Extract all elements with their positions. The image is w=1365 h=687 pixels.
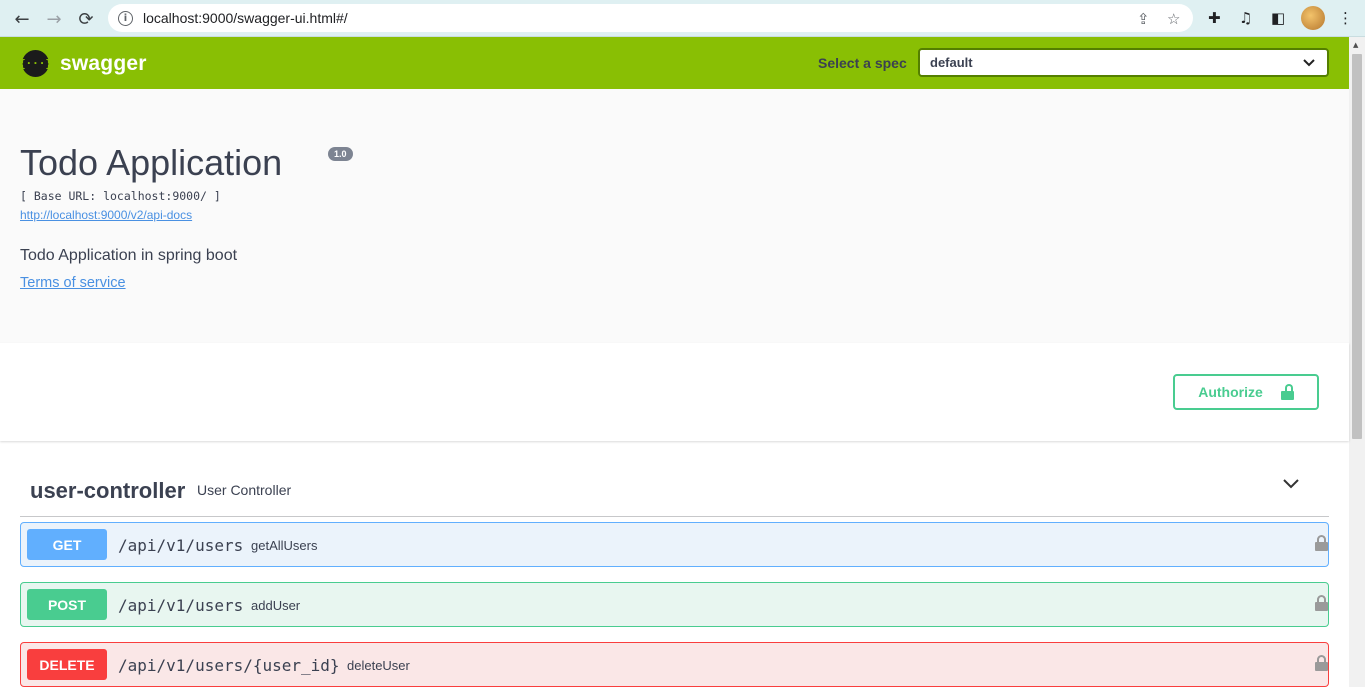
method-badge-get: GET — [27, 529, 107, 560]
operation-get-users[interactable]: GET /api/v1/users getAllUsers — [20, 522, 1329, 567]
address-bar[interactable]: i localhost:9000/swagger-ui.html#/ ⇪ ☆ — [108, 4, 1193, 32]
tag-section-header[interactable]: user-controller User Controller — [20, 465, 1329, 517]
swagger-logo-icon: {···} — [19, 50, 52, 77]
extensions-icon[interactable]: ✚ — [1208, 9, 1221, 27]
menu-kebab-icon[interactable]: ⋮ — [1338, 9, 1353, 27]
method-badge-delete: DELETE — [27, 649, 107, 680]
page-title: Todo Application — [20, 142, 283, 183]
operation-summary: addUser — [251, 598, 301, 613]
scroll-up-icon[interactable]: ▲ — [1353, 41, 1358, 49]
back-icon[interactable]: ← — [9, 6, 35, 32]
api-description: Todo Application in spring boot — [20, 247, 238, 264]
operation-path: /api/v1/users — [118, 596, 244, 615]
page-scrollbar[interactable]: ▲ — [1349, 37, 1365, 687]
authorize-button[interactable]: Authorize — [1173, 374, 1319, 410]
media-control-icon[interactable]: ♫ — [1239, 9, 1252, 27]
select-spec-label: Select a spec — [818, 55, 907, 71]
spec-select[interactable]: default — [918, 48, 1329, 77]
authorize-label: Authorize — [1198, 384, 1263, 400]
api-docs-link[interactable]: http://localhost:9000/v2/api-docs — [20, 208, 192, 222]
api-info: Todo Application 1.0 [ Base URL: localho… — [0, 89, 1349, 343]
url-text: localhost:9000/swagger-ui.html#/ — [143, 10, 348, 26]
site-info-icon[interactable]: i — [118, 10, 133, 26]
lock-icon[interactable] — [1315, 595, 1328, 611]
forward-icon[interactable]: → — [41, 6, 67, 32]
swagger-logo[interactable]: {···} swagger — [19, 50, 147, 77]
operation-post-users[interactable]: POST /api/v1/users addUser — [20, 582, 1329, 627]
side-panel-icon[interactable]: ◧ — [1271, 9, 1285, 27]
profile-avatar[interactable] — [1301, 6, 1325, 30]
tag-name: user-controller — [30, 478, 186, 503]
chevron-down-icon[interactable] — [1282, 475, 1300, 493]
version-badge: 1.0 — [328, 147, 353, 161]
lock-icon[interactable] — [1315, 535, 1328, 551]
method-badge-post: POST — [27, 589, 107, 620]
share-icon[interactable]: ⇪ — [1137, 10, 1150, 28]
swagger-logo-text: swagger — [60, 51, 147, 75]
operation-summary: deleteUser — [347, 658, 410, 673]
scrollbar-thumb[interactable] — [1352, 54, 1362, 439]
operation-path: /api/v1/users — [118, 536, 244, 555]
tag-description: User Controller — [197, 482, 292, 498]
swagger-topbar: {···} swagger Select a spec default — [0, 37, 1349, 89]
terms-of-service-link[interactable]: Terms of service — [20, 275, 126, 291]
operation-summary: getAllUsers — [251, 538, 318, 553]
operation-delete-user[interactable]: DELETE /api/v1/users/{user_id} deleteUse… — [20, 642, 1329, 687]
scheme-container: Authorize — [0, 343, 1349, 441]
unlocked-icon — [1280, 384, 1294, 400]
spec-select-value: default — [930, 55, 973, 70]
lock-icon[interactable] — [1315, 655, 1328, 671]
reload-icon[interactable]: ⟳ — [73, 6, 99, 32]
base-url: [ Base URL: localhost:9000/ ] — [20, 189, 221, 203]
browser-toolbar: ← → ⟳ i localhost:9000/swagger-ui.html#/… — [0, 0, 1365, 37]
operation-path: /api/v1/users/{user_id} — [118, 656, 340, 675]
chevron-down-icon — [1303, 58, 1315, 66]
bookmark-star-icon[interactable]: ☆ — [1167, 10, 1180, 28]
